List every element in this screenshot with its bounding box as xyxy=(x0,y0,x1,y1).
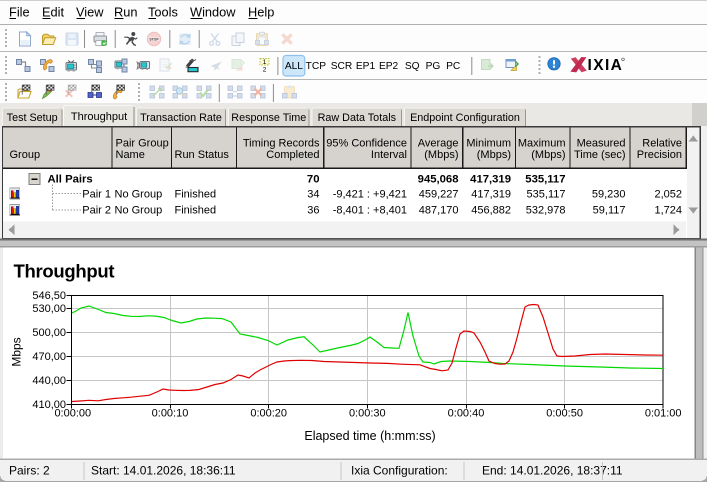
svg-text:Pair 2: Pair 2 xyxy=(82,205,111,217)
svg-text:Window: Window xyxy=(190,4,236,19)
svg-text:Start: 14.01.2026, 18:36:11: Start: 14.01.2026, 18:36:11 xyxy=(91,464,236,478)
svg-text:0:00:10: 0:00:10 xyxy=(152,408,189,420)
svg-text:EP2: EP2 xyxy=(379,61,399,72)
svg-text:Maximum: Maximum xyxy=(518,138,566,150)
svg-text:0:00:30: 0:00:30 xyxy=(349,408,386,420)
svg-text:PG: PG xyxy=(426,61,441,72)
svg-text:Completed: Completed xyxy=(266,149,319,161)
svg-text:470,00: 470,00 xyxy=(32,351,66,363)
svg-text:59,230: 59,230 xyxy=(592,188,626,200)
svg-text:70: 70 xyxy=(307,174,320,186)
svg-text:Name: Name xyxy=(116,149,145,161)
svg-text:-8,401 : +8,401: -8,401 : +8,401 xyxy=(333,205,407,217)
svg-text:535,117: 535,117 xyxy=(527,188,566,200)
svg-text:SCR: SCR xyxy=(331,61,353,72)
svg-text:0:01:00: 0:01:00 xyxy=(645,408,682,420)
svg-text:Group: Group xyxy=(10,149,41,161)
svg-text:417,319: 417,319 xyxy=(470,174,511,186)
svg-text:500,00: 500,00 xyxy=(32,327,66,339)
svg-text:36: 36 xyxy=(307,205,319,217)
svg-text:ALL: ALL xyxy=(285,61,303,72)
svg-text:459,227: 459,227 xyxy=(419,188,459,200)
svg-text:532,978: 532,978 xyxy=(526,205,566,217)
svg-text:(Mbps): (Mbps) xyxy=(477,149,511,161)
svg-text:Time (sec): Time (sec) xyxy=(574,149,626,161)
svg-text:0:00:00: 0:00:00 xyxy=(54,408,91,420)
svg-text:TCP: TCP xyxy=(306,61,327,72)
svg-text:Average: Average xyxy=(418,138,459,150)
svg-text:Timing Records: Timing Records xyxy=(243,138,320,150)
svg-text:File: File xyxy=(9,4,30,19)
svg-text:34: 34 xyxy=(307,188,319,200)
svg-text:Mbps: Mbps xyxy=(10,337,24,366)
svg-text:Run: Run xyxy=(114,4,137,19)
svg-text:Precision: Precision xyxy=(637,149,682,161)
svg-text:546,50: 546,50 xyxy=(32,290,66,302)
svg-text:Test Setup: Test Setup xyxy=(7,112,58,124)
svg-text:0:00:40: 0:00:40 xyxy=(448,408,485,420)
svg-text:Elapsed time (h:mm:ss): Elapsed time (h:mm:ss) xyxy=(304,429,435,443)
svg-text:Finished: Finished xyxy=(175,205,217,217)
svg-text:EP1: EP1 xyxy=(356,61,376,72)
svg-text:945,068: 945,068 xyxy=(418,174,459,186)
svg-text:440,00: 440,00 xyxy=(32,375,66,387)
svg-text:IXIA: IXIA xyxy=(588,57,624,74)
svg-text:0:00:20: 0:00:20 xyxy=(250,408,287,420)
svg-text:End: 14.01.2026, 18:37:11: End: 14.01.2026, 18:37:11 xyxy=(482,464,623,478)
svg-text:417,319: 417,319 xyxy=(471,188,511,200)
svg-text:Tools: Tools xyxy=(148,4,178,19)
svg-text:Pair Group: Pair Group xyxy=(116,138,169,150)
svg-text:(Mbps): (Mbps) xyxy=(531,149,565,161)
svg-text:Measured: Measured xyxy=(577,138,626,150)
svg-text:No Group: No Group xyxy=(115,205,163,217)
svg-text:Raw Data Totals: Raw Data Totals xyxy=(318,112,397,124)
svg-text:(Mbps): (Mbps) xyxy=(424,149,458,161)
svg-text:Edit: Edit xyxy=(42,4,64,19)
svg-text:530,00: 530,00 xyxy=(32,303,66,315)
svg-text:Transaction Rate: Transaction Rate xyxy=(140,112,222,124)
svg-text:Run Status: Run Status xyxy=(175,149,230,161)
svg-text:1,724: 1,724 xyxy=(654,205,682,217)
svg-text:Endpoint Configuration: Endpoint Configuration xyxy=(410,112,520,124)
svg-text:Finished: Finished xyxy=(175,188,217,200)
svg-text:Pair 1: Pair 1 xyxy=(82,188,111,200)
svg-text:456,882: 456,882 xyxy=(471,205,511,217)
svg-text:487,170: 487,170 xyxy=(419,205,459,217)
svg-text:0:00:50: 0:00:50 xyxy=(546,408,583,420)
svg-text:Response Time: Response Time xyxy=(231,112,306,124)
svg-text:Pairs: 2: Pairs: 2 xyxy=(9,464,50,478)
svg-text:95% Confidence: 95% Confidence xyxy=(326,138,407,150)
svg-text:535,117: 535,117 xyxy=(525,174,565,186)
svg-text:SQ: SQ xyxy=(405,61,420,72)
svg-text:Throughput: Throughput xyxy=(14,261,115,282)
svg-text:No Group: No Group xyxy=(115,188,163,200)
svg-text:Throughput: Throughput xyxy=(71,111,127,123)
svg-text:2,052: 2,052 xyxy=(654,188,682,200)
svg-text:Interval: Interval xyxy=(371,149,407,161)
svg-text:59,117: 59,117 xyxy=(593,205,626,217)
svg-text:Relative: Relative xyxy=(642,138,682,150)
svg-text:Minimum: Minimum xyxy=(466,138,511,150)
svg-text:Help: Help xyxy=(248,4,274,19)
svg-text:Ixia Configuration:: Ixia Configuration: xyxy=(351,464,448,478)
svg-text:All Pairs: All Pairs xyxy=(48,174,93,186)
svg-text:View: View xyxy=(76,4,104,19)
svg-text:-9,421 : +9,421: -9,421 : +9,421 xyxy=(333,188,407,200)
svg-text:PC: PC xyxy=(446,61,460,72)
